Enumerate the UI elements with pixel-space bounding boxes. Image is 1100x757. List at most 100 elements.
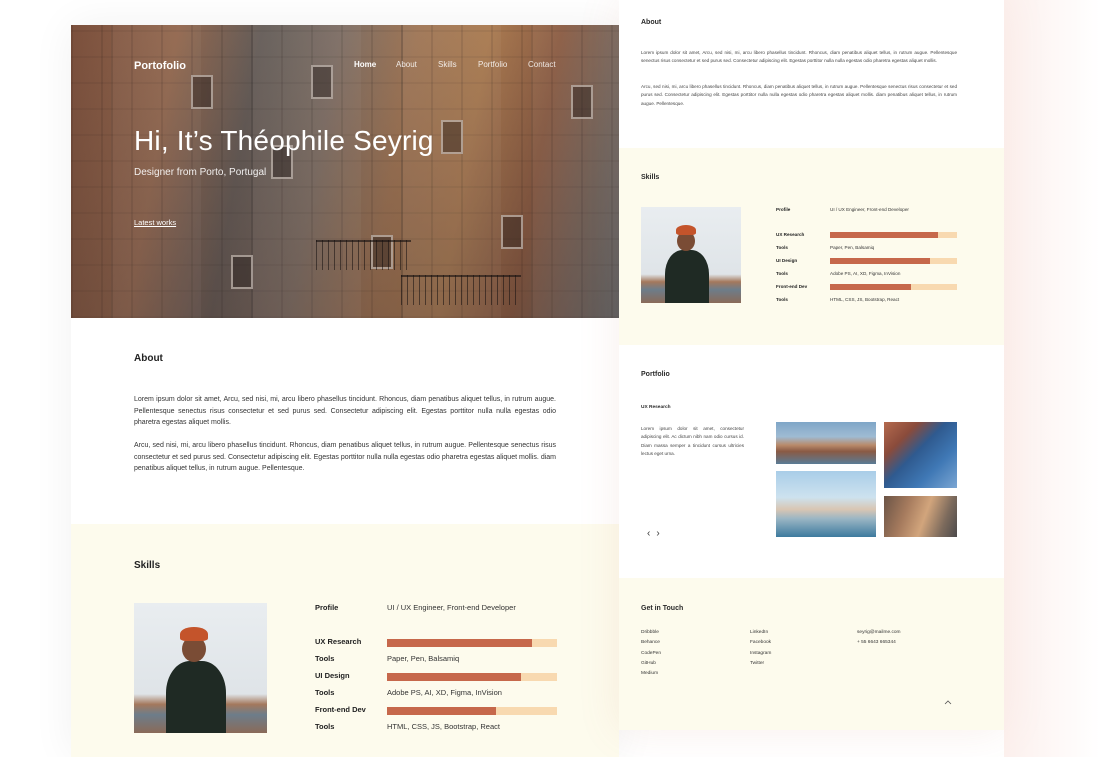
profile-photo [134, 603, 267, 733]
link-linkedin[interactable]: LinkedIn [750, 628, 771, 638]
nav-home[interactable]: Home [354, 60, 396, 69]
about-paragraph-2: Arcu, sed nisi, mi, arcu libero phasellu… [134, 442, 556, 472]
balcony-graphic [401, 275, 521, 305]
skill-bar [387, 707, 557, 715]
skill-bar [387, 673, 557, 681]
photo-figure-beanie [676, 225, 696, 235]
skill-name: UX Research [315, 637, 362, 646]
main-page-preview: Portofolio Home About Skills Portfolio C… [71, 25, 619, 757]
mini-about-paragraph-1: Lorem ipsum dolor sit amet, Arcu, sed ni… [641, 50, 957, 64]
portfolio-thumbnail[interactable] [776, 422, 876, 464]
mini-skills-heading: Skills [641, 174, 660, 181]
mini-profile-photo [641, 207, 741, 303]
social-links-column-1: Dribbble Behance CodePen GitHub Medium [641, 628, 661, 679]
tools-label: Tools [776, 297, 788, 302]
hero-subtitle: Designer from Porto, Portugal [134, 167, 267, 178]
link-twitter[interactable]: Twitter [750, 659, 771, 669]
nav-contact[interactable]: Contact [528, 60, 572, 69]
tools-value: Adobe PS, AI, XD, Figma, InVision [830, 271, 901, 276]
nav-portfolio[interactable]: Portfolio [478, 60, 528, 69]
tools-value: HTML, CSS, JS, Bootstrap, React [830, 297, 900, 302]
contact-email[interactable]: seyrig@mailme.com [857, 628, 901, 638]
portfolio-item-title: UX Research [641, 405, 671, 410]
mini-contact-section: Get in Touch Dribbble Behance CodePen Gi… [619, 578, 1004, 730]
mini-about-paragraph-2: Arcu, sed nisi, mi, arcu libero phasellu… [641, 84, 957, 106]
tools-value: Paper, Pen, Balsamiq [387, 654, 460, 663]
tools-label: Tools [776, 245, 788, 250]
skill-bar-fill [830, 232, 938, 238]
skill-bar-fill [387, 707, 496, 715]
window-graphic [441, 120, 463, 154]
photo-figure-body [166, 661, 226, 733]
skill-bar-fill [830, 258, 931, 264]
skill-bar [830, 258, 957, 264]
skill-name: UI Design [315, 671, 350, 680]
portfolio-thumbnail[interactable] [884, 422, 957, 488]
chevron-up-icon[interactable] [944, 698, 952, 706]
window-graphic [191, 75, 213, 109]
decorative-glow [1004, 0, 1100, 757]
mini-about-heading: About [641, 19, 662, 26]
nav-about[interactable]: About [396, 60, 438, 69]
portfolio-thumbnail[interactable] [776, 471, 876, 537]
photo-figure-body [665, 250, 709, 303]
tools-label: Tools [315, 654, 335, 663]
mini-skills-section: Skills Profile UI / UX Engineer, Front-e… [619, 148, 1004, 345]
tools-value: Paper, Pen, Balsamiq [830, 245, 875, 250]
profile-label: Profile [776, 207, 791, 212]
social-links-column-2: LinkedIn Facebook Instagram Twitter [750, 628, 771, 669]
skill-bar [387, 639, 557, 647]
skill-bar [830, 284, 957, 290]
tools-label: Tools [776, 271, 788, 276]
link-github[interactable]: GitHub [641, 659, 661, 669]
window-graphic [571, 85, 593, 119]
about-heading: About [134, 353, 163, 364]
chevron-right-icon[interactable]: › [656, 528, 659, 539]
tools-label: Tools [315, 722, 335, 731]
full-page-preview: About Lorem ipsum dolor sit amet, Arcu, … [619, 0, 1004, 730]
carousel-controls: ‹ › [647, 528, 660, 539]
contact-heading: Get in Touch [641, 605, 684, 612]
skill-bar-fill [387, 639, 532, 647]
balcony-graphic [316, 240, 411, 270]
link-dribbble[interactable]: Dribbble [641, 628, 661, 638]
skill-name: UI Design [776, 258, 798, 263]
link-medium[interactable]: Medium [641, 669, 661, 679]
skill-name: Front-end Dev [776, 284, 808, 289]
tools-value: HTML, CSS, JS, Bootstrap, React [387, 722, 500, 731]
photo-figure-beanie [180, 627, 208, 641]
profile-label: Profile [315, 603, 339, 612]
contact-info-column: seyrig@mailme.com + 55 6643 665344 [857, 628, 901, 649]
skill-name: Front-end Dev [315, 705, 366, 714]
link-instagram[interactable]: Instagram [750, 649, 771, 659]
link-behance[interactable]: Behance [641, 638, 661, 648]
window-graphic [501, 215, 523, 249]
nav-skills[interactable]: Skills [438, 60, 478, 69]
building-facade [251, 25, 361, 318]
about-section: About Lorem ipsum dolor sit amet, Arcu, … [71, 318, 619, 524]
skills-section: Skills Profile UI / UX Engineer, Front-e… [71, 524, 619, 757]
top-nav: Home About Skills Portfolio Contact [354, 60, 572, 69]
portfolio-heading: Portfolio [641, 371, 670, 378]
brand-logo[interactable]: Portofolio [134, 60, 186, 72]
hero-section: Portofolio Home About Skills Portfolio C… [71, 25, 619, 318]
skill-bar [830, 232, 957, 238]
link-codepen[interactable]: CodePen [641, 649, 661, 659]
latest-works-link[interactable]: Latest works [134, 218, 176, 227]
skills-heading: Skills [134, 560, 161, 571]
skill-name: UX Research [776, 232, 805, 237]
skill-bar-fill [830, 284, 912, 290]
link-facebook[interactable]: Facebook [750, 638, 771, 648]
portfolio-thumbnail[interactable] [884, 496, 957, 537]
contact-phone: + 55 6643 665344 [857, 640, 896, 646]
window-graphic [311, 65, 333, 99]
mini-portfolio-section: Portfolio UX Research Lorem ipsum dolor … [619, 345, 1004, 578]
portfolio-item-text: Lorem ipsum dolor sit amet, consectetur … [641, 426, 744, 457]
skill-bar-fill [387, 673, 522, 681]
chevron-left-icon[interactable]: ‹ [647, 528, 650, 539]
profile-value: UI / UX Engineer, Front-end Developer [830, 207, 909, 212]
tools-label: Tools [315, 688, 335, 697]
hero-title: Hi, It’s Théophile Seyrig [134, 125, 434, 156]
window-graphic [231, 255, 253, 289]
about-paragraph-1: Lorem ipsum dolor sit amet, Arcu, sed ni… [134, 396, 556, 426]
